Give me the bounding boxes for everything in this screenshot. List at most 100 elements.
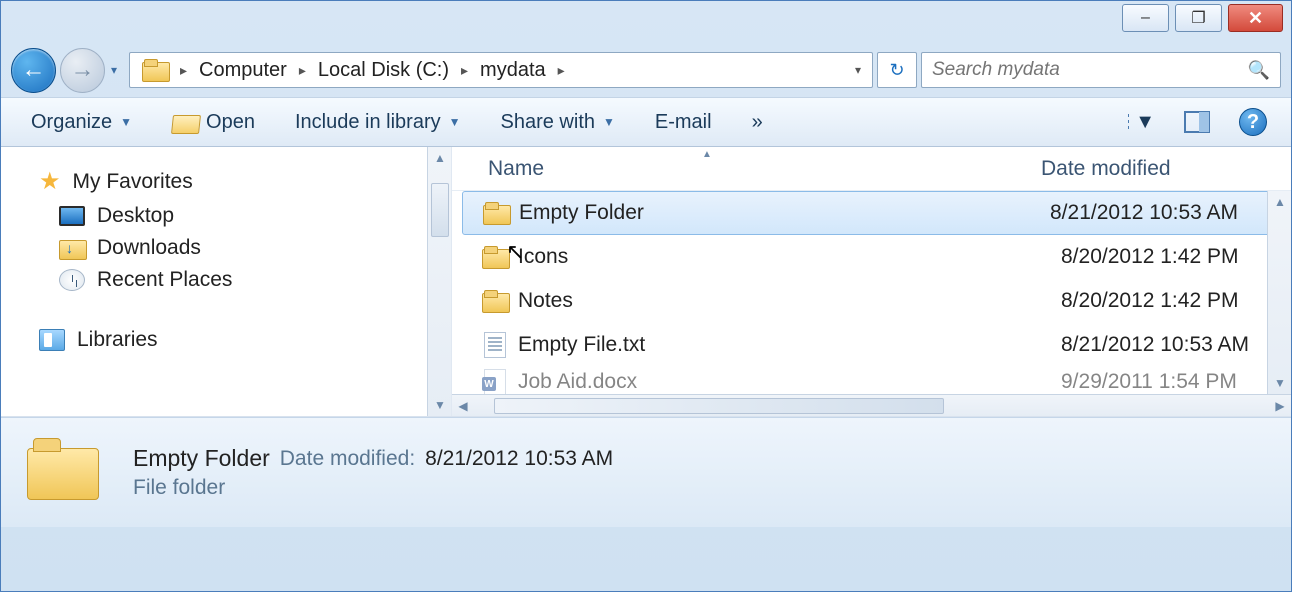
vertical-scrollbar[interactable]: ▲ ▼ [1267,191,1291,394]
file-name: Notes [518,289,1061,313]
include-label: Include in library [295,111,441,134]
breadcrumb-root[interactable] [134,57,176,83]
file-row[interactable]: Icons 8/20/2012 1:42 PM [452,235,1291,279]
email-button[interactable]: E-mail [649,107,718,138]
navigation-row: ← → ▾ ▸ Computer ▸ Local Disk (C:) ▸ myd… [1,43,1291,97]
star-icon: ★ [39,167,61,196]
open-label: Open [206,111,255,134]
include-in-library-menu[interactable]: Include in library ▼ [289,107,467,138]
file-row[interactable]: Empty Folder 8/21/2012 10:53 AM [462,191,1281,235]
file-date: 8/21/2012 10:53 AM [1050,201,1280,225]
breadcrumb-computer[interactable]: Computer [191,57,295,84]
file-row[interactable]: Empty File.txt 8/21/2012 10:53 AM [452,323,1291,367]
breadcrumb-folder[interactable]: mydata [472,57,554,84]
view-details-icon [1127,112,1129,132]
desktop-icon [59,206,85,226]
libraries-label: Libraries [77,328,158,352]
refresh-icon: ↻ [889,60,904,81]
folder-icon [482,290,508,312]
explorer-body: ★ My Favorites Desktop Downloads Recent P… [1,147,1291,417]
email-label: E-mail [655,111,712,134]
address-dropdown[interactable]: ▾ [848,63,868,77]
explorer-window: – ❐ ✕ ← → ▾ ▸ Computer ▸ Local Disk (C:)… [0,0,1292,592]
arrow-right-icon: → [71,56,95,84]
column-name[interactable]: Name [488,157,1041,181]
chevron-down-icon: ▼ [120,115,132,129]
nav-history-dropdown[interactable]: ▾ [111,63,125,77]
file-date: 8/20/2012 1:42 PM [1061,245,1291,269]
help-button[interactable]: ? [1239,108,1267,136]
open-button[interactable]: Open [166,107,261,138]
favorites-label: My Favorites [73,170,193,194]
desktop-label: Desktop [97,204,174,228]
scrollbar-thumb[interactable] [431,183,449,237]
titlebar: – ❐ ✕ [1,1,1291,43]
chevron-right-icon[interactable]: ▸ [556,62,567,79]
details-date-label: Date modified: [280,447,415,471]
maximize-button[interactable]: ❐ [1175,4,1222,32]
maximize-icon: ❐ [1191,8,1205,28]
share-with-menu[interactable]: Share with▼ [495,107,621,138]
nav-desktop[interactable]: Desktop [59,200,451,232]
file-list-pane: ▲ Name Date modified Empty Folder 8/21/2… [452,147,1291,416]
chevron-down-icon: ▼ [1135,111,1155,134]
search-input[interactable] [932,59,1248,81]
toolbar-overflow[interactable]: » [746,107,769,138]
folder-icon [142,59,168,81]
recent-label: Recent Places [97,268,232,292]
word-file-icon [484,369,506,394]
libraries-group[interactable]: Libraries [39,324,451,356]
scroll-right-icon[interactable]: ▶ [1269,395,1291,417]
file-row[interactable]: Notes 8/20/2012 1:42 PM [452,279,1291,323]
column-date-modified[interactable]: Date modified [1041,157,1291,181]
details-pane: Empty Folder Date modified: 8/21/2012 10… [1,417,1291,527]
details-title: Empty Folder [133,445,270,472]
chevron-down-icon: ▼ [449,115,461,129]
minimize-icon: – [1141,9,1150,27]
search-icon[interactable]: 🔍 [1248,60,1270,81]
recent-places-icon [59,269,85,291]
close-button[interactable]: ✕ [1228,4,1283,32]
refresh-button[interactable]: ↻ [877,52,917,88]
close-icon: ✕ [1248,8,1263,29]
downloads-label: Downloads [97,236,201,260]
file-name: Icons [518,245,1061,269]
nav-downloads[interactable]: Downloads [59,232,451,264]
libraries-icon [39,329,65,351]
folder-icon [27,438,102,500]
navpane-scrollbar[interactable]: ▲ ▼ [427,147,451,416]
minimize-button[interactable]: – [1122,4,1169,32]
preview-pane-button[interactable] [1183,108,1211,136]
navigation-pane: ★ My Favorites Desktop Downloads Recent P… [1,147,452,416]
horizontal-scrollbar[interactable]: ◀ ▶ [452,394,1291,416]
back-button[interactable]: ← [11,48,56,93]
change-view-button[interactable]: ▼ [1127,108,1155,136]
toolbar: Organize ▼ Open Include in library ▼ Share… [1,97,1291,147]
scroll-left-icon[interactable]: ◀ [452,395,474,417]
folder-icon [482,246,508,268]
file-rows: Empty Folder 8/21/2012 10:53 AM Icons 8/… [452,191,1291,394]
file-name: Empty Folder [519,201,1050,225]
favorites-group[interactable]: ★ My Favorites [39,163,451,200]
chevron-right-icon[interactable]: ▸ [297,62,308,79]
file-row[interactable]: Job Aid.docx 9/29/2011 1:54 PM [452,367,1291,394]
folder-icon [483,202,509,224]
organize-menu[interactable]: Organize ▼ [25,107,138,138]
arrow-left-icon: ← [22,56,46,84]
forward-button[interactable]: → [60,48,105,93]
chevron-right-icon[interactable]: ▸ [178,62,189,79]
details-date-value: 8/21/2012 10:53 AM [425,447,613,471]
organize-label: Organize [31,111,112,134]
scroll-up-icon[interactable]: ▲ [1268,191,1292,213]
file-name: Job Aid.docx [518,370,1061,394]
address-bar[interactable]: ▸ Computer ▸ Local Disk (C:) ▸ mydata ▸ … [129,52,873,88]
scroll-down-icon[interactable]: ▼ [1268,372,1292,394]
scrollbar-thumb[interactable] [494,398,944,414]
chevron-right-icon[interactable]: ▸ [459,62,470,79]
breadcrumb-drive[interactable]: Local Disk (C:) [310,57,457,84]
more-icon: » [752,111,763,134]
nav-recent-places[interactable]: Recent Places [59,264,451,296]
scroll-up-icon[interactable]: ▲ [428,147,452,169]
scroll-down-icon[interactable]: ▼ [428,394,452,416]
search-box[interactable]: 🔍 [921,52,1281,88]
